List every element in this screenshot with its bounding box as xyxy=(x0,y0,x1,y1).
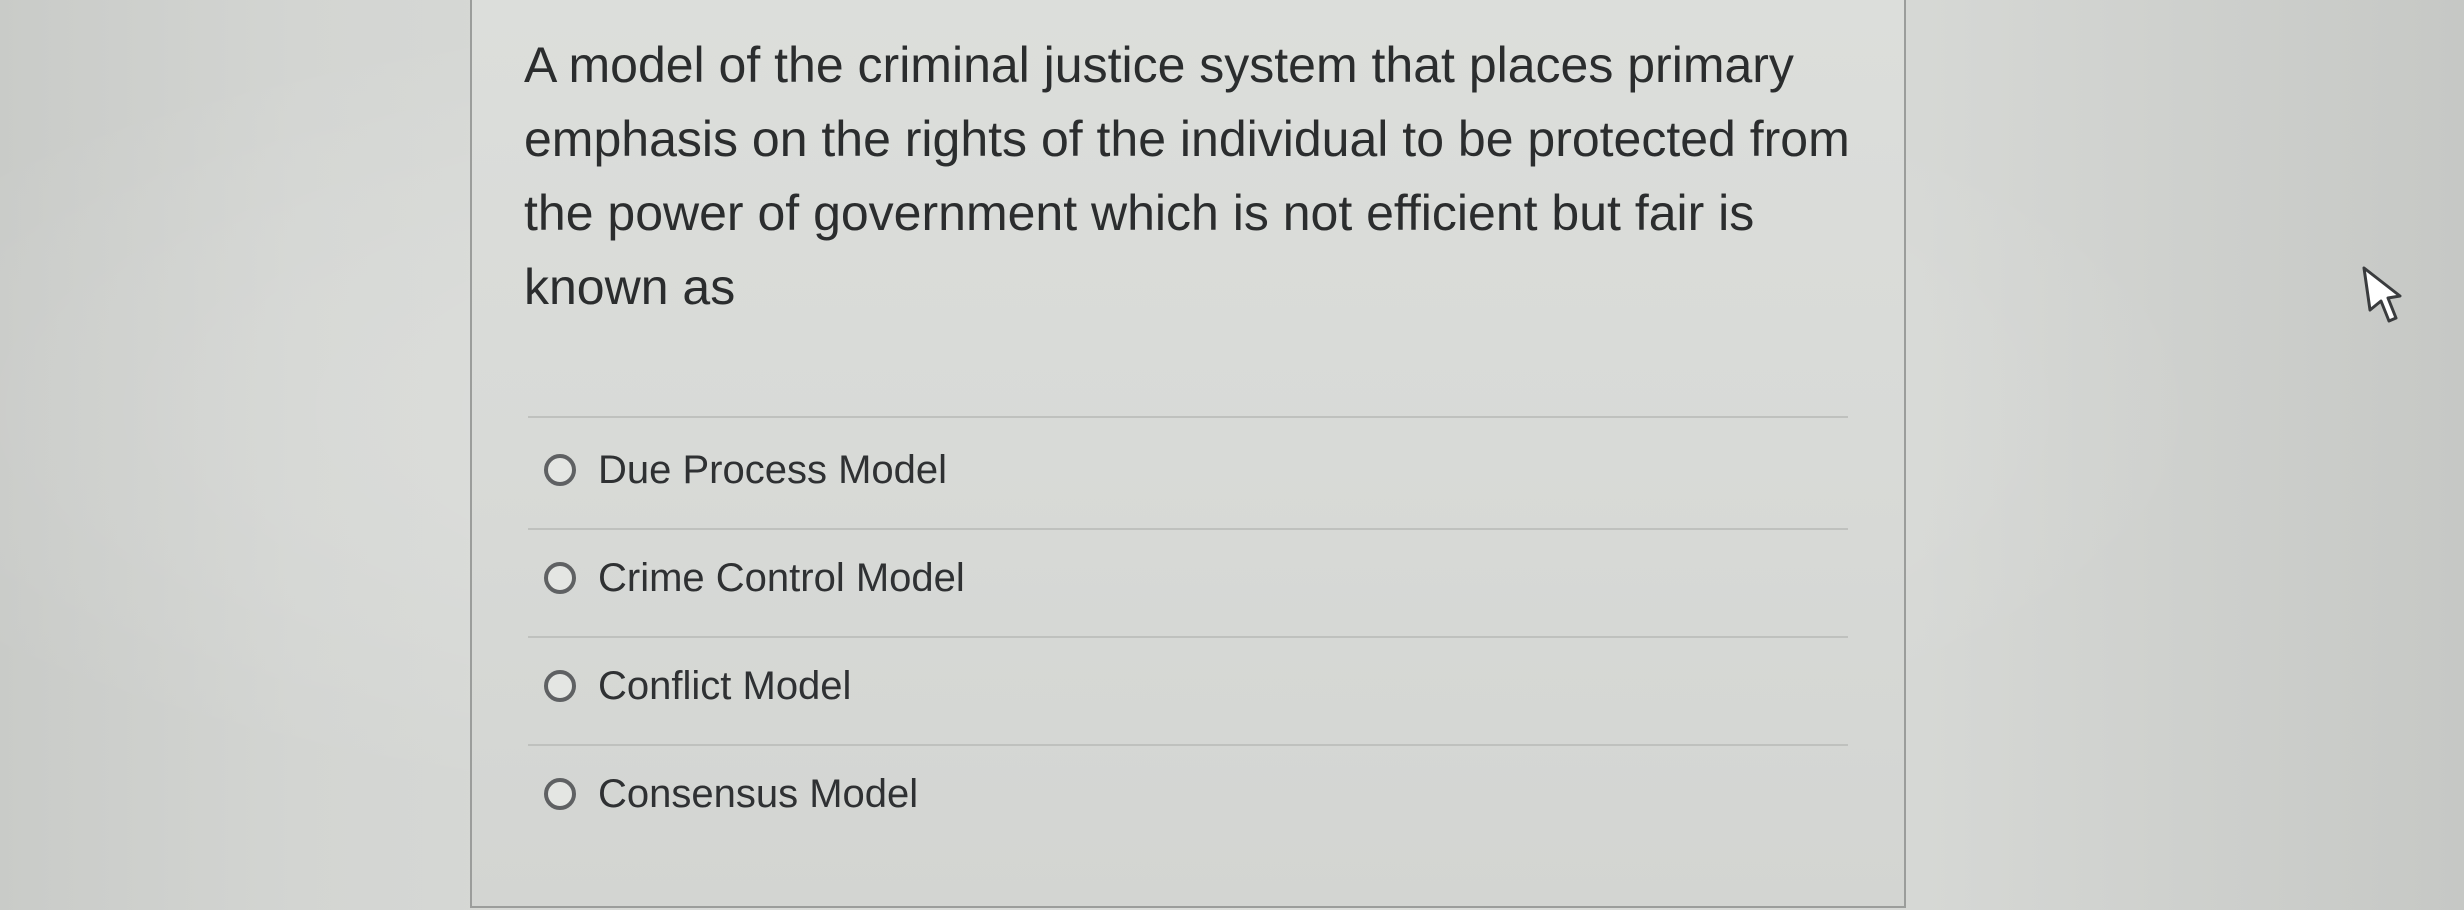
answer-divider xyxy=(528,528,1848,530)
answer-option-label: Due Process Model xyxy=(598,447,948,492)
answer-option-label: Crime Control Model xyxy=(598,555,965,600)
radio-button[interactable] xyxy=(544,778,576,810)
answer-divider xyxy=(528,416,1848,418)
answer-option-due-process[interactable]: Due Process Model xyxy=(544,440,947,500)
radio-button[interactable] xyxy=(544,670,576,702)
answer-option-label: Conflict Model xyxy=(598,663,852,708)
answer-option-label: Consensus Model xyxy=(598,771,919,816)
answer-option-consensus[interactable]: Consensus Model xyxy=(544,764,918,824)
answer-divider xyxy=(528,636,1848,638)
radio-button[interactable] xyxy=(544,454,576,486)
answer-option-crime-control[interactable]: Crime Control Model xyxy=(544,548,965,608)
radio-button[interactable] xyxy=(544,562,576,594)
hand-pointer-icon xyxy=(2362,266,2402,323)
answer-option-conflict[interactable]: Conflict Model xyxy=(544,656,851,716)
question-text: A model of the criminal justice system t… xyxy=(524,37,1850,315)
question-card: A model of the criminal justice system t… xyxy=(470,0,1906,908)
answer-divider xyxy=(528,744,1848,746)
